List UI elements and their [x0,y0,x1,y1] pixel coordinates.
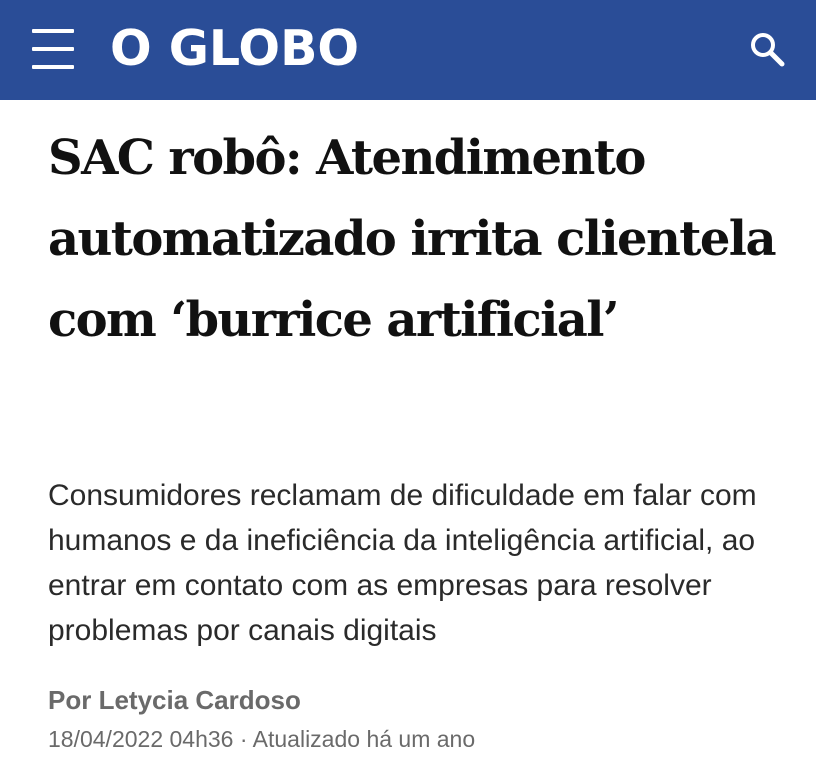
search-icon[interactable] [748,30,788,70]
top-navigation-bar: O GLOBO [0,0,816,100]
updated-time: Atualizado há um ano [252,726,476,752]
site-logo[interactable]: O GLOBO [110,21,359,77]
author-byline[interactable]: Por Letycia Cardoso [48,682,301,718]
meta-separator: · [233,726,253,752]
menu-icon-line [32,65,74,69]
menu-icon-line [32,29,74,33]
search-icon-graphic [751,33,785,67]
publish-date: 18/04/2022 04h36 [48,726,234,752]
menu-icon-line [32,47,74,51]
hamburger-menu-icon[interactable] [32,29,74,69]
article-meta: 18/04/2022 04h36 · Atualizado há um ano [48,722,475,756]
article-headline: SAC robô: Atendimento automatizado irrit… [48,130,777,348]
article-subtitle: Consumidores reclamam de dificuldade em … [48,479,757,647]
